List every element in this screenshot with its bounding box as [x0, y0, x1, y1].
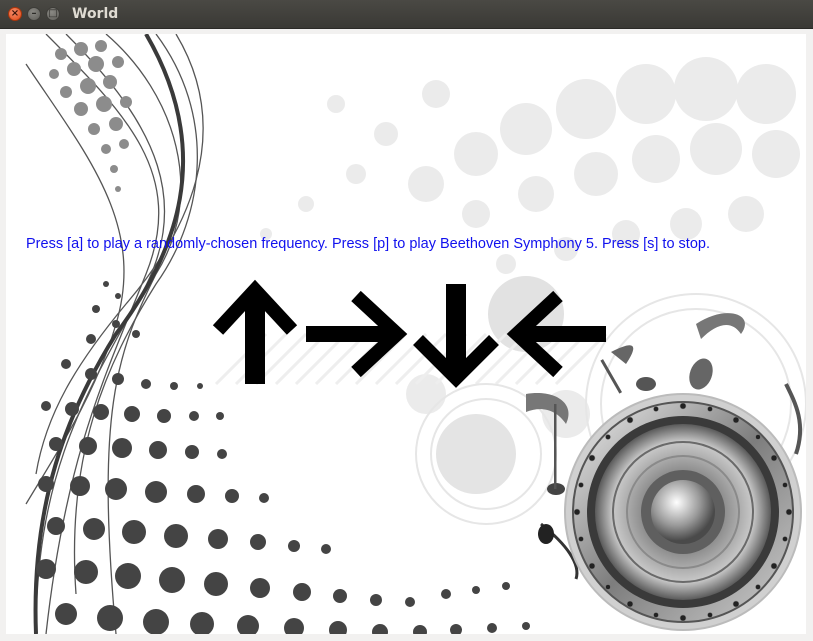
window-title: World: [72, 6, 119, 22]
background-art: [25, 34, 806, 634]
game-canvas[interactable]: Press [a] to play a randomly-chosen freq…: [6, 34, 806, 634]
minimize-icon: –: [31, 8, 37, 19]
close-icon: ×: [10, 8, 20, 19]
instructions-text: Press [a] to play a randomly-chosen freq…: [26, 236, 710, 252]
speaker-graphic: [564, 393, 802, 631]
title-bar[interactable]: × – □ World: [0, 0, 813, 29]
close-button[interactable]: ×: [8, 7, 22, 21]
maximize-button[interactable]: □: [46, 7, 60, 21]
maximize-icon: □: [48, 8, 58, 19]
arrow-down-icon: [413, 284, 499, 388]
app-window: × – □ World Press [a] to play a randomly…: [0, 0, 813, 641]
minimize-button[interactable]: –: [27, 7, 41, 21]
